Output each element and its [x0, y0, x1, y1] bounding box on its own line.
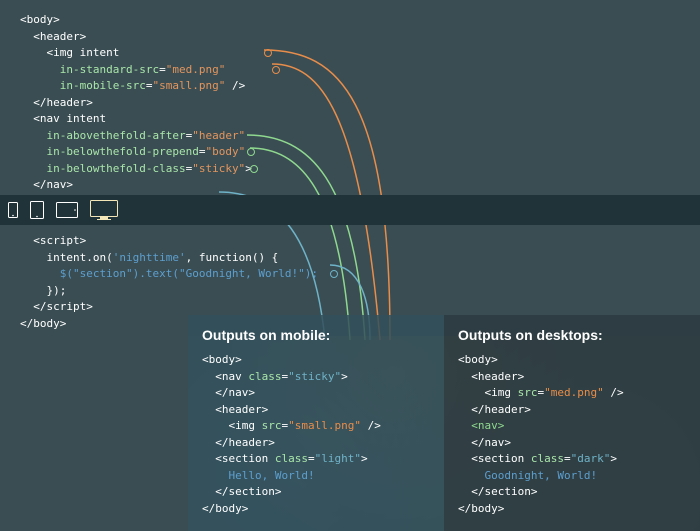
- output-line: </section>: [458, 484, 686, 501]
- connection-marker: [247, 148, 255, 156]
- desktop-icon: [90, 200, 118, 220]
- output-line: <body>: [202, 352, 430, 369]
- tablet-portrait-icon: [30, 201, 44, 219]
- code-line: </script>: [20, 299, 700, 316]
- output-line: </header>: [202, 435, 430, 452]
- output-line: <header>: [202, 402, 430, 419]
- code-line: <img intent: [20, 45, 700, 62]
- output-line: <img src="small.png" />: [202, 418, 430, 435]
- output-line: <nav>: [458, 418, 686, 435]
- tablet-landscape-icon: [56, 202, 78, 218]
- output-mobile-code: <body> <nav class="sticky"> </nav> <head…: [202, 352, 430, 517]
- code-line: in-standard-src="med.png": [20, 62, 700, 79]
- code-line: in-belowthefold-prepend="body": [20, 144, 700, 161]
- output-line: <body>: [458, 352, 686, 369]
- output-line: Goodnight, World!: [458, 468, 686, 485]
- output-line: </nav>: [458, 435, 686, 452]
- connection-marker: [250, 165, 258, 173]
- output-line: <section class="light">: [202, 451, 430, 468]
- code-line: <nav intent: [20, 111, 700, 128]
- connection-marker: [272, 66, 280, 74]
- output-mobile: Outputs on mobile: <body> <nav class="st…: [188, 315, 444, 531]
- code-line: intent.on('nighttime', function() {: [20, 250, 700, 267]
- code-line: <header>: [20, 29, 700, 46]
- code-line: in-belowthefold-class="sticky">: [20, 161, 700, 178]
- output-line: <header>: [458, 369, 686, 386]
- code-top-block: <body> <header> <img intent in-standard-…: [0, 0, 700, 195]
- connection-marker: [330, 270, 338, 278]
- code-line: });: [20, 283, 700, 300]
- output-line: <nav class="sticky">: [202, 369, 430, 386]
- connection-marker: [264, 49, 272, 57]
- output-mobile-title: Outputs on mobile:: [202, 325, 430, 346]
- outputs-container: Outputs on mobile: <body> <nav class="st…: [188, 315, 700, 531]
- output-line: </body>: [202, 501, 430, 518]
- output-desktop-code: <body> <header> <img src="med.png" /> </…: [458, 352, 686, 517]
- output-line: </body>: [458, 501, 686, 518]
- output-line: </section>: [202, 484, 430, 501]
- phone-icon: [8, 202, 18, 218]
- output-line: </header>: [458, 402, 686, 419]
- output-line: Hello, World!: [202, 468, 430, 485]
- code-line: </nav>: [20, 177, 700, 194]
- code-line: <script>: [20, 233, 700, 250]
- code-line: in-mobile-src="small.png" />: [20, 78, 700, 95]
- output-line: <img src="med.png" />: [458, 385, 686, 402]
- code-line: <body>: [20, 12, 700, 29]
- output-line: </nav>: [202, 385, 430, 402]
- device-bar: [0, 195, 700, 225]
- code-line: </header>: [20, 95, 700, 112]
- output-line: <section class="dark">: [458, 451, 686, 468]
- code-line: $("section").text("Goodnight, World!");: [20, 266, 700, 283]
- code-line: in-abovethefold-after="header": [20, 128, 700, 145]
- output-desktop-title: Outputs on desktops:: [458, 325, 686, 346]
- output-desktop: Outputs on desktops: <body> <header> <im…: [444, 315, 700, 531]
